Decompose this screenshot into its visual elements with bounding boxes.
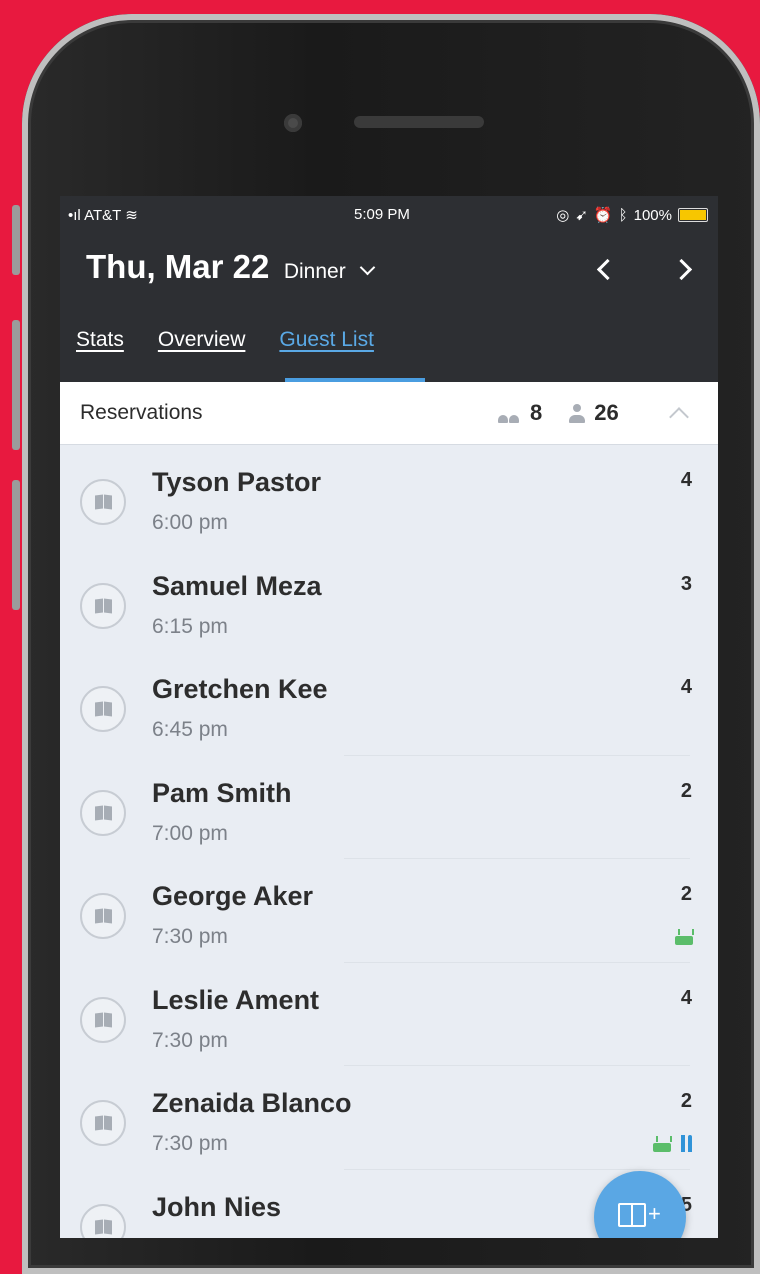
covers-icon xyxy=(568,403,586,423)
volume-down-button xyxy=(12,480,20,610)
current-date[interactable]: Thu, Mar 22 xyxy=(86,248,269,285)
cake-icon xyxy=(652,1134,672,1152)
party-size: 2 xyxy=(680,883,692,905)
reservation-counts: 8 26 xyxy=(496,400,619,426)
chevron-down-icon[interactable] xyxy=(359,259,376,276)
party-count: 8 xyxy=(530,400,543,425)
front-camera xyxy=(284,114,302,132)
plus-icon: + xyxy=(648,1201,661,1226)
reservation-status-icon[interactable] xyxy=(80,996,126,1043)
meal-period[interactable]: Dinner xyxy=(284,260,346,283)
parties-icon xyxy=(496,403,522,423)
party-size: 2 xyxy=(680,779,692,802)
cake-icon xyxy=(674,927,694,945)
guest-tags xyxy=(652,1134,694,1152)
guest-name: Pam Smith xyxy=(152,777,292,808)
reservation-time: 7:00 pm xyxy=(152,821,228,845)
tab-overview[interactable]: Overview xyxy=(158,328,246,352)
reservation-status-icon[interactable] xyxy=(80,479,126,525)
location-icon: ◎ xyxy=(556,207,570,224)
bluetooth-icon: ᛒ xyxy=(618,206,628,224)
reservation-status-icon[interactable] xyxy=(80,1203,126,1238)
reservation-time: 6:15 pm xyxy=(152,614,228,638)
status-icons: ◎ ➹ ⏰ ᛒ 100% xyxy=(556,206,708,224)
book-icon xyxy=(618,1203,646,1227)
party-size: 4 xyxy=(680,986,692,1009)
utensils-icon xyxy=(680,1134,694,1152)
reservation-status-icon[interactable] xyxy=(80,686,126,732)
cover-count: 26 xyxy=(594,400,619,425)
guest-name: Samuel Meza xyxy=(152,570,322,601)
guest-row[interactable]: Gretchen Kee 6:45 pm 4 xyxy=(60,652,718,756)
tab-guest-list[interactable]: Guest List xyxy=(279,328,374,352)
party-size: 4 xyxy=(680,469,692,491)
next-day-button[interactable] xyxy=(670,258,693,281)
navigation-icon: ➹ xyxy=(575,207,588,224)
guest-row[interactable]: Leslie Ament 7:30 pm 4 xyxy=(60,963,718,1066)
battery-icon xyxy=(678,208,708,222)
party-size: 3 xyxy=(680,572,692,595)
wifi-icon: ≋ xyxy=(125,207,138,224)
guest-name: George Aker xyxy=(152,881,314,911)
guest-name: Gretchen Kee xyxy=(152,674,328,704)
guest-row[interactable]: Zenaida Blanco 7:30 pm 2 xyxy=(60,1066,718,1170)
guest-row[interactable]: George Aker 7:30 pm 2 xyxy=(60,859,718,963)
date-selector[interactable]: Thu, Mar 22 Dinner xyxy=(86,248,718,292)
collapse-chevron-icon[interactable] xyxy=(669,407,689,427)
reservations-title: Reservations xyxy=(80,401,203,424)
party-size: 4 xyxy=(680,676,692,698)
party-size: 2 xyxy=(680,1090,692,1112)
guest-row[interactable]: Pam Smith 7:00 pm 2 xyxy=(60,756,718,859)
reservation-status-icon[interactable] xyxy=(80,1100,126,1146)
reservations-header[interactable]: Reservations 8 26 xyxy=(60,382,718,445)
earpiece-speaker xyxy=(354,116,484,128)
alarm-icon: ⏰ xyxy=(593,207,613,224)
previous-day-button[interactable] xyxy=(596,258,619,281)
guest-name: Tyson Pastor xyxy=(152,467,322,497)
guest-list: Tyson Pastor 6:00 pm 4 Samuel Meza 6:15 pm 3 G… xyxy=(60,445,718,1238)
guest-name: Zenaida Blanco xyxy=(152,1088,352,1118)
status-bar: •ıl AT&T ≋ 5:09 PM ◎ ➹ ⏰ ᛒ 100% xyxy=(60,204,718,226)
silent-switch xyxy=(12,205,20,275)
guest-name: John Nies xyxy=(152,1191,282,1222)
reservation-time: 7:30 pm xyxy=(152,925,228,948)
reservation-status-icon[interactable] xyxy=(80,789,126,836)
tab-stats[interactable]: Stats xyxy=(76,328,124,352)
guest-tags xyxy=(674,927,694,945)
reservation-time: 7:30 pm xyxy=(152,1132,228,1155)
app-screen: •ıl AT&T ≋ 5:09 PM ◎ ➹ ⏰ ᛒ 100% Thu, Mar… xyxy=(60,196,718,1238)
guest-row[interactable]: Samuel Meza 6:15 pm 3 xyxy=(60,549,718,653)
battery-percent: 100% xyxy=(633,206,672,224)
reservation-status-icon[interactable] xyxy=(80,893,126,939)
guest-row[interactable]: Tyson Pastor 6:00 pm 4 xyxy=(60,445,718,549)
app-header: •ıl AT&T ≋ 5:09 PM ◎ ➹ ⏰ ᛒ 100% Thu, Mar… xyxy=(60,196,718,382)
reservation-status-icon[interactable] xyxy=(80,582,126,629)
reservation-time: 6:45 pm xyxy=(152,718,228,741)
reservation-time: 6:00 pm xyxy=(152,511,228,534)
guest-name: Leslie Ament xyxy=(152,984,320,1015)
volume-up-button xyxy=(12,320,20,450)
reservation-time: 7:30 pm xyxy=(152,1028,228,1052)
view-tabs: Stats Overview Guest List xyxy=(76,328,374,352)
carrier-label: •ıl AT&T ≋ xyxy=(68,207,138,224)
clock: 5:09 PM xyxy=(354,206,410,223)
